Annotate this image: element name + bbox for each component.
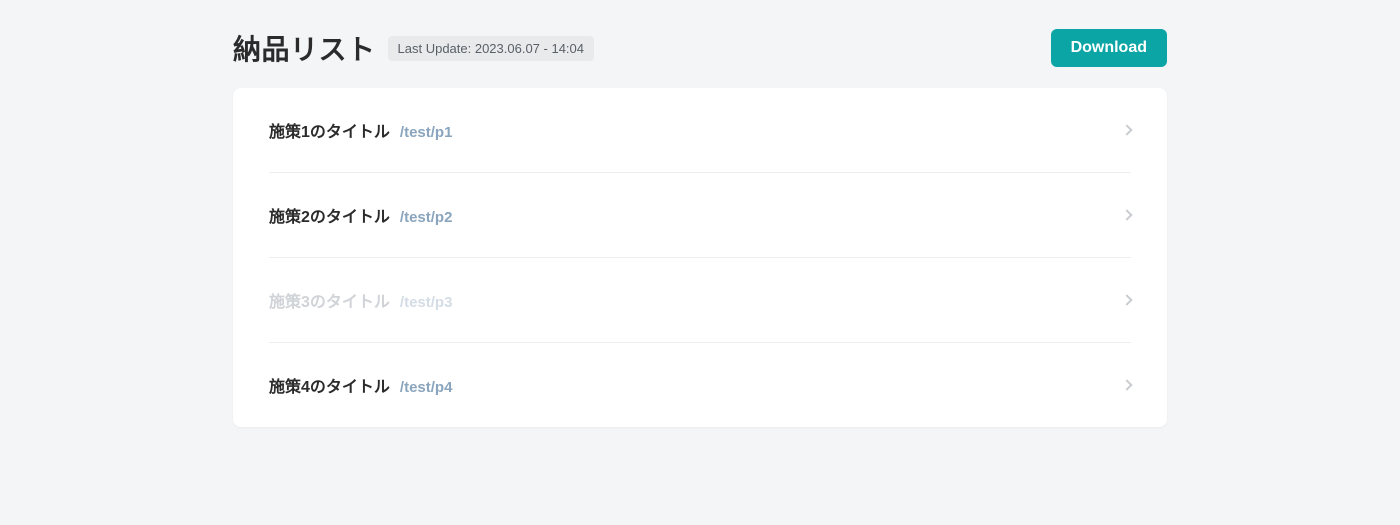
list-item-path: /test/p3 xyxy=(400,294,453,311)
list-item-path: /test/p2 xyxy=(400,209,453,226)
list-item[interactable]: 施策4のタイトル /test/p4 xyxy=(269,343,1131,427)
list-item-content: 施策1のタイトル /test/p1 xyxy=(269,118,452,142)
chevron-right-icon xyxy=(1121,209,1132,220)
list-item[interactable]: 施策2のタイトル /test/p2 xyxy=(269,173,1131,258)
chevron-right-icon xyxy=(1121,124,1132,135)
list-item-path: /test/p4 xyxy=(400,379,453,396)
list-item-title: 施策4のタイトル xyxy=(269,373,390,397)
list-item-title: 施策3のタイトル xyxy=(269,288,390,312)
page-header: 納品リスト Last Update: 2023.06.07 - 14:04 Do… xyxy=(233,28,1167,68)
delivery-list-card: 施策1のタイトル /test/p1 施策2のタイトル /test/p2 施策3の… xyxy=(233,88,1167,427)
list-item-content: 施策2のタイトル /test/p2 xyxy=(269,203,452,227)
list-item[interactable]: 施策1のタイトル /test/p1 xyxy=(269,88,1131,173)
list-item-content: 施策4のタイトル /test/p4 xyxy=(269,373,452,397)
header-left: 納品リスト Last Update: 2023.06.07 - 14:04 xyxy=(233,28,594,68)
list-item-path: /test/p1 xyxy=(400,124,453,141)
chevron-right-icon xyxy=(1121,379,1132,390)
list-item-title: 施策1のタイトル xyxy=(269,118,390,142)
chevron-right-icon xyxy=(1121,294,1132,305)
list-item-content: 施策3のタイトル /test/p3 xyxy=(269,288,452,312)
last-update-badge: Last Update: 2023.06.07 - 14:04 xyxy=(388,36,594,61)
download-button[interactable]: Download xyxy=(1051,29,1167,67)
list-item-title: 施策2のタイトル xyxy=(269,203,390,227)
page-title: 納品リスト xyxy=(233,28,376,68)
list-item[interactable]: 施策3のタイトル /test/p3 xyxy=(269,258,1131,343)
